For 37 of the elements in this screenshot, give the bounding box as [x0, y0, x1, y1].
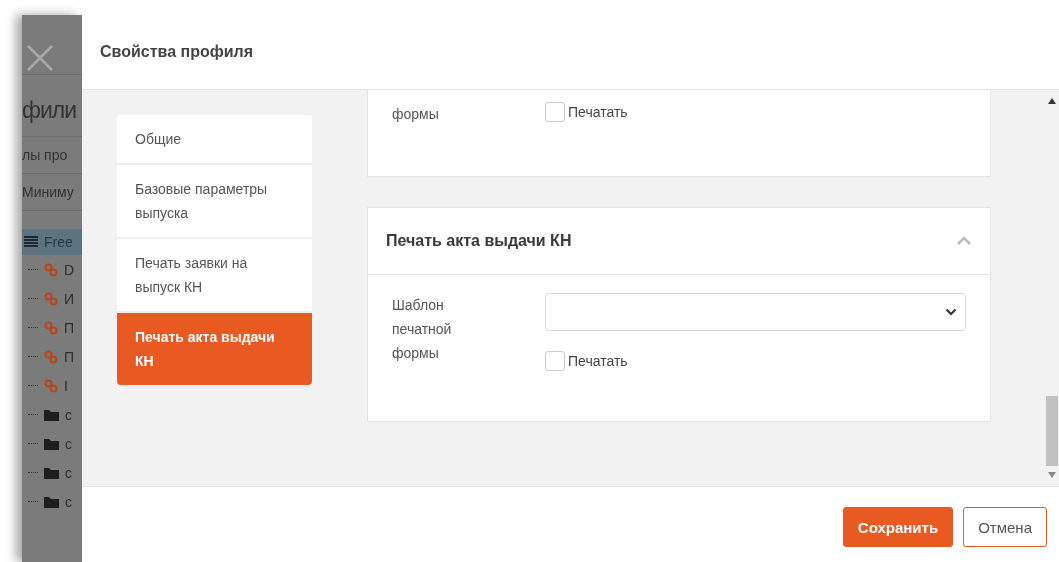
tree-item-label[interactable]: П — [64, 348, 75, 365]
list-icon — [24, 236, 38, 248]
chain-link-icon — [44, 291, 58, 306]
folder-icon — [44, 437, 59, 450]
scrollbar-thumb[interactable] — [1046, 396, 1058, 466]
tree-root-item[interactable]: Free — [22, 229, 82, 255]
checkbox-label[interactable]: Печатать — [568, 104, 628, 120]
save-button[interactable]: Сохранить — [842, 507, 954, 547]
dialog-title: Свойства профиля — [100, 43, 254, 61]
tree-item-label[interactable]: П — [64, 319, 75, 336]
tree-item-label[interactable]: с — [65, 435, 72, 452]
tree-item-label[interactable]: D — [64, 261, 75, 278]
folder-icon — [44, 466, 59, 479]
chain-link-icon — [44, 378, 58, 393]
checkbox[interactable] — [545, 102, 565, 122]
tree-item-label[interactable]: с — [65, 406, 72, 423]
chevron-up-icon[interactable] — [956, 236, 972, 246]
tree-item-label[interactable]: И — [64, 290, 75, 307]
field-label: Шаблон печатной формы — [392, 296, 453, 363]
scroll-up-icon[interactable] — [1048, 98, 1056, 104]
cancel-button[interactable]: Отмена — [963, 507, 1047, 547]
scroll-down-icon[interactable] — [1048, 472, 1056, 478]
nav-item[interactable]: Печать акта выдачи КН — [117, 313, 312, 385]
close-icon[interactable] — [26, 44, 54, 72]
tree-item-label[interactable]: с — [65, 493, 72, 510]
chain-link-icon — [44, 349, 58, 364]
folder-icon — [44, 495, 59, 508]
folder-icon — [44, 408, 59, 421]
chain-link-icon — [44, 320, 58, 335]
template-select[interactable] — [545, 293, 966, 331]
checkbox-label[interactable]: Печатать — [568, 353, 628, 369]
chevron-down-icon — [945, 308, 957, 316]
section-title: Печать акта выдачи КН — [386, 232, 572, 250]
chain-link-icon — [44, 262, 58, 277]
checkbox[interactable] — [545, 351, 565, 371]
field-label: формы — [392, 105, 440, 124]
tree-item-label[interactable]: с — [65, 464, 72, 481]
